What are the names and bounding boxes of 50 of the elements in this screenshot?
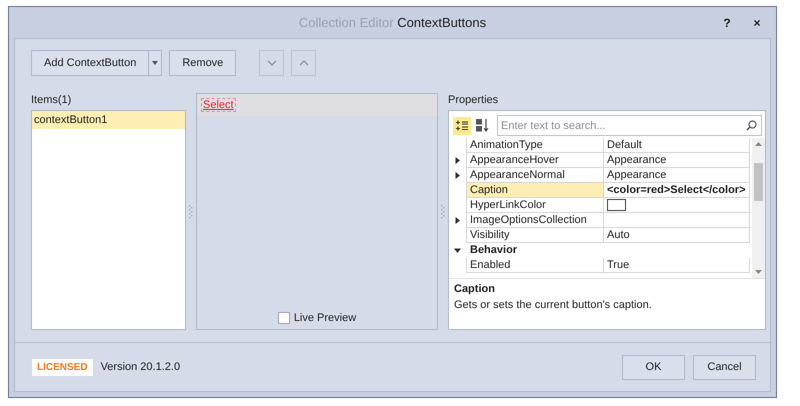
property-value[interactable]: Default	[604, 138, 750, 153]
property-value[interactable]: <color=red>Select</color>	[604, 183, 750, 198]
description-text: Gets or sets the current button's caption.	[454, 299, 653, 311]
remove-button[interactable]: Remove	[169, 50, 236, 76]
property-name[interactable]: AppearanceNormal	[466, 168, 604, 183]
close-button[interactable]: ×	[749, 16, 765, 30]
items-label: Items(1)	[31, 93, 72, 108]
scroll-up-icon[interactable]	[752, 140, 765, 148]
property-value[interactable]: Auto	[604, 228, 750, 243]
categories-icon	[456, 120, 468, 132]
chevron-up-icon	[298, 60, 309, 66]
property-name[interactable]: HyperLinkColor	[466, 198, 604, 213]
license-badge: LICENSED	[32, 358, 93, 376]
sort-az-icon	[476, 119, 490, 132]
expand-icon[interactable]	[454, 157, 461, 164]
add-button[interactable]: Add ContextButton	[31, 50, 148, 76]
color-swatch[interactable]	[607, 199, 626, 211]
property-name[interactable]: AnimationType	[466, 138, 604, 153]
dropdown-button[interactable]	[148, 50, 162, 76]
version-label: Version 20.1.2.0	[100, 361, 180, 373]
chevron-down-icon	[266, 60, 277, 66]
property-name[interactable]: Enabled	[466, 258, 604, 273]
list-item[interactable]: contextButton1	[32, 111, 185, 129]
property-name[interactable]: Caption	[466, 183, 604, 198]
splitter-grip-icon[interactable]	[189, 204, 193, 218]
live-preview-label: Live Preview	[294, 311, 356, 325]
property-value[interactable]: Appearance	[604, 153, 750, 168]
expand-icon[interactable]	[454, 217, 461, 224]
property-value[interactable]: Appearance	[604, 168, 750, 183]
ok-button[interactable]: OK	[622, 354, 685, 380]
caret-icon	[152, 61, 158, 65]
property-name[interactable]: Visibility	[466, 228, 604, 243]
categorized-button[interactable]	[453, 116, 471, 134]
search-field[interactable]: Enter text to search...	[497, 115, 762, 136]
property-name[interactable]: AppearanceHover	[466, 153, 604, 168]
category-label: Behavior	[469, 243, 518, 258]
collapse-icon[interactable]	[454, 247, 461, 254]
search-icon	[746, 120, 757, 131]
splitter-grip-icon[interactable]	[441, 204, 445, 218]
property-value[interactable]: True	[604, 258, 750, 273]
cancel-button[interactable]: Cancel	[693, 354, 756, 380]
help-button[interactable]: ?	[719, 16, 735, 30]
scroll-down-icon[interactable]	[752, 268, 765, 276]
property-name[interactable]: ImageOptionsCollection	[466, 213, 604, 228]
expand-icon[interactable]	[454, 172, 461, 179]
live-preview-checkbox[interactable]	[278, 312, 290, 324]
properties-label: Properties	[448, 93, 500, 108]
scroll-thumb[interactable]	[754, 163, 763, 201]
scrollbar[interactable]	[752, 138, 765, 278]
description-title: Caption	[454, 283, 496, 295]
